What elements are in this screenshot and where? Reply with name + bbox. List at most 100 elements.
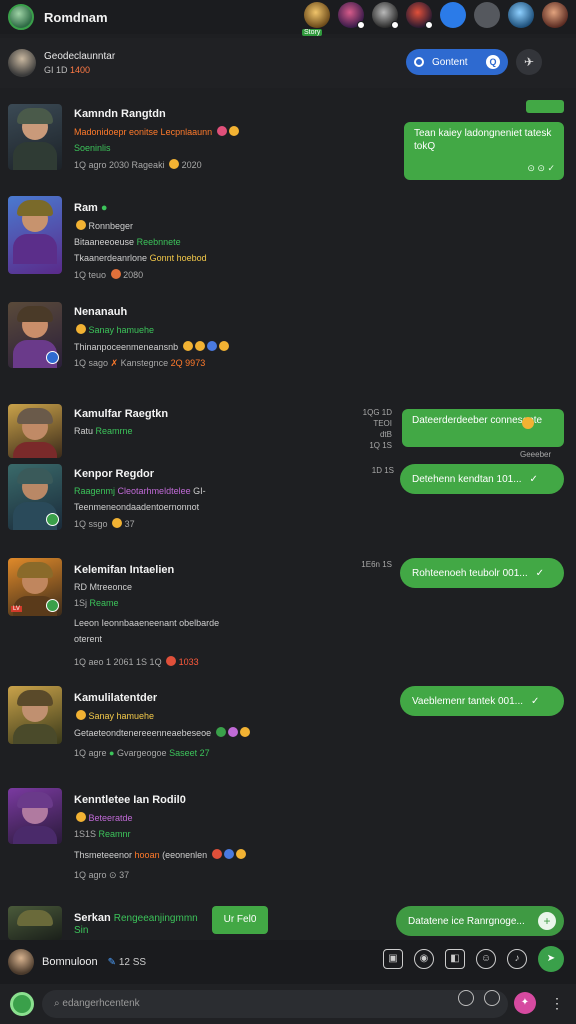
- message-line: Thinanpoceenmeneansnb: [74, 341, 304, 352]
- outgoing-pill[interactable]: Datatene ice Ranrgnoge... +: [396, 906, 564, 936]
- list-item[interactable]: Kamulilatentder Sanay hamuehe Getaeteond…: [0, 686, 576, 772]
- avatar: [8, 906, 62, 940]
- top-bar: Romdnam Story: [0, 0, 576, 36]
- composer-count: ✎ 12 SS: [107, 956, 147, 968]
- contact-name: Kamndn Rangtdn: [74, 108, 166, 120]
- message-line: Beteeratde: [74, 812, 294, 823]
- message-line: Leeon Ieonnbaaeneenant obelbarde: [74, 618, 220, 628]
- contact-name: Ram ●: [74, 202, 108, 214]
- avatar: [8, 404, 62, 458]
- list-item[interactable]: Kamndn Rangtdn Madonidoepr eonitse Lecpn…: [0, 100, 576, 194]
- message-line: Madonidoepr eonitse Lecpnlaaunn: [74, 126, 304, 137]
- outgoing-bubble[interactable]: Dateerderdeeber conneseote: [402, 409, 564, 447]
- avatar: [8, 196, 62, 274]
- story-avatar[interactable]: [508, 2, 534, 28]
- timestamp: 1QG 1D TEOI dtB 1Q 1S: [362, 408, 392, 450]
- composer-avatar[interactable]: [8, 949, 34, 975]
- story-avatar[interactable]: [440, 2, 466, 28]
- message-line: Tkaanerdeanrlone Gonnt hoebod: [74, 253, 207, 263]
- avatar: [8, 104, 62, 170]
- message-line: Ratu Reamrne: [74, 426, 133, 436]
- outgoing-pill[interactable]: Vaeblemenr tantek 001... ✓: [400, 686, 564, 716]
- story-avatar[interactable]: [372, 2, 399, 29]
- message-meta: 1Q agro ⊙ 37: [74, 870, 130, 880]
- settings-icon[interactable]: [484, 990, 500, 1006]
- contact-name: Kenpor Regdor: [74, 468, 155, 480]
- message-line: Teenmeneondaadentoernonnot: [74, 502, 200, 512]
- message-line: RD Mtreeonce: [74, 582, 133, 592]
- chat-meta: GI 1D 1400: [44, 65, 91, 75]
- outgoing-bubble[interactable]: Tean kaiey ladongneniet tatesk tokQ ⊙ ⊙ …: [404, 122, 564, 180]
- list-item[interactable]: Ram ● Ronnbeger Bitaaneeoeuse Reebnnete …: [0, 196, 576, 292]
- verified-badge: [46, 351, 59, 364]
- message-line: 1Sj Reame: [74, 598, 119, 608]
- message-line: Raagenmj Cleotarhmeldtelee GI-: [74, 486, 206, 496]
- list-item[interactable]: Kenntletee Ian Rodil0 Beteeratde 1S1S Re…: [0, 788, 576, 888]
- outgoing-pill[interactable]: Detehenn kendtan 101... ✓: [400, 464, 564, 494]
- clock-icon[interactable]: [458, 990, 474, 1006]
- composer-bar: Bomnuloon ✎ 12 SS ▣ ◉ ◧ ☺ ♪ ➤: [0, 940, 576, 984]
- story-tag: Story: [302, 29, 323, 36]
- contact-name: Serkan Rengeeanjingmmn Sin: [74, 912, 198, 936]
- story-avatar[interactable]: [338, 2, 365, 29]
- message-meta: 1Q teuo 2080: [74, 269, 144, 280]
- chat-avatar[interactable]: [8, 49, 36, 77]
- more-icon[interactable]: ⋮: [550, 992, 564, 1014]
- contact-name: Kamulfar Raegtkn: [74, 408, 169, 420]
- chat-name: Geodeclaunntar: [44, 51, 116, 62]
- message-line: Ronnbeger: [74, 220, 304, 231]
- pin-button[interactable]: ✈: [516, 49, 542, 75]
- attach-button[interactable]: [10, 992, 34, 1016]
- message-line: Sanay hamuehe: [74, 710, 294, 721]
- mic-icon[interactable]: ♪: [507, 949, 527, 969]
- camera-icon[interactable]: ◉: [414, 949, 434, 969]
- sticker-icon[interactable]: ◧: [445, 949, 465, 969]
- read-check-icon: ⊙ ⊙ ✓: [527, 163, 555, 173]
- avatar: [8, 464, 62, 530]
- story-avatar[interactable]: [474, 2, 500, 28]
- timestamp: 1D 1S: [371, 466, 394, 475]
- profile-avatar[interactable]: [8, 4, 34, 30]
- message-line: Bitaaneeoeuse Reebnnete: [74, 237, 181, 247]
- message-meta: 1Q sago ✗ Kanstegnce 2Q 9973: [74, 358, 206, 368]
- search-icon: ⌕: [54, 998, 60, 1009]
- emoji-icon[interactable]: ☺: [476, 949, 496, 969]
- list-item[interactable]: Kamulfar Raegtkn Ratu Reamrne 1QG 1D TEOI…: [0, 404, 576, 464]
- story-dot: [425, 21, 433, 29]
- conversation-list: Kamndn Rangtdn Madonidoepr eonitse Lecpn…: [0, 92, 576, 940]
- composer-name: Bomnuloon: [42, 956, 98, 968]
- list-item[interactable]: LV Kelemifan Intaelien RD Mtreeonce 1Sj …: [0, 556, 576, 676]
- story-avatar[interactable]: Story: [302, 2, 330, 36]
- bubble-caption: Geeeber: [520, 450, 552, 459]
- message-meta: 1Q agre ● Gvargeogoe Saseet 27: [74, 748, 210, 758]
- story-avatar[interactable]: [406, 2, 433, 29]
- list-item[interactable]: Serkan Rengeeanjingmmn Sin Ur Fel0 Datat…: [0, 904, 576, 940]
- react-button[interactable]: ✦: [514, 992, 536, 1014]
- message-input[interactable]: ⌕ edangerhcentenk: [42, 990, 508, 1018]
- send-icon[interactable]: ➤: [538, 946, 564, 972]
- stories-strip: Story: [302, 2, 568, 36]
- message-line: Sanay hamuehe: [74, 324, 304, 335]
- message-line: Soeninlis: [74, 143, 111, 153]
- tag-button[interactable]: Ur Fel0: [212, 906, 268, 934]
- add-icon[interactable]: +: [538, 912, 556, 930]
- search-icon: [414, 57, 424, 67]
- image-icon[interactable]: ▣: [383, 949, 403, 969]
- avatar: [8, 788, 62, 844]
- level-badge: LV: [11, 606, 22, 612]
- outgoing-pill[interactable]: Rohteenoeh teubolr 001... ✓: [400, 558, 564, 588]
- story-dot: [391, 21, 399, 29]
- message-meta: 1Q agro 2030 Rageaki 2020: [74, 159, 202, 170]
- app-title: Romdnam: [44, 9, 108, 25]
- avatar: [8, 686, 62, 744]
- avatar: LV: [8, 558, 62, 616]
- list-item[interactable]: Nenanauh Sanay hamuehe Thinanpoceenmenea…: [0, 302, 576, 382]
- message-line: Thsmeteeenor hooan (eeonenlen: [74, 849, 294, 860]
- chat-header: Geodeclaunntar GI 1D 1400 Gontent Q ✈: [0, 38, 576, 88]
- content-search-button[interactable]: Gontent Q: [406, 49, 508, 75]
- read-check-icon: ✓: [531, 695, 540, 707]
- list-item[interactable]: Kenpor Regdor Raagenmj Cleotarhmeldtelee…: [0, 462, 576, 542]
- online-badge: [46, 513, 59, 526]
- story-dot: [357, 21, 365, 29]
- story-avatar[interactable]: [542, 2, 568, 28]
